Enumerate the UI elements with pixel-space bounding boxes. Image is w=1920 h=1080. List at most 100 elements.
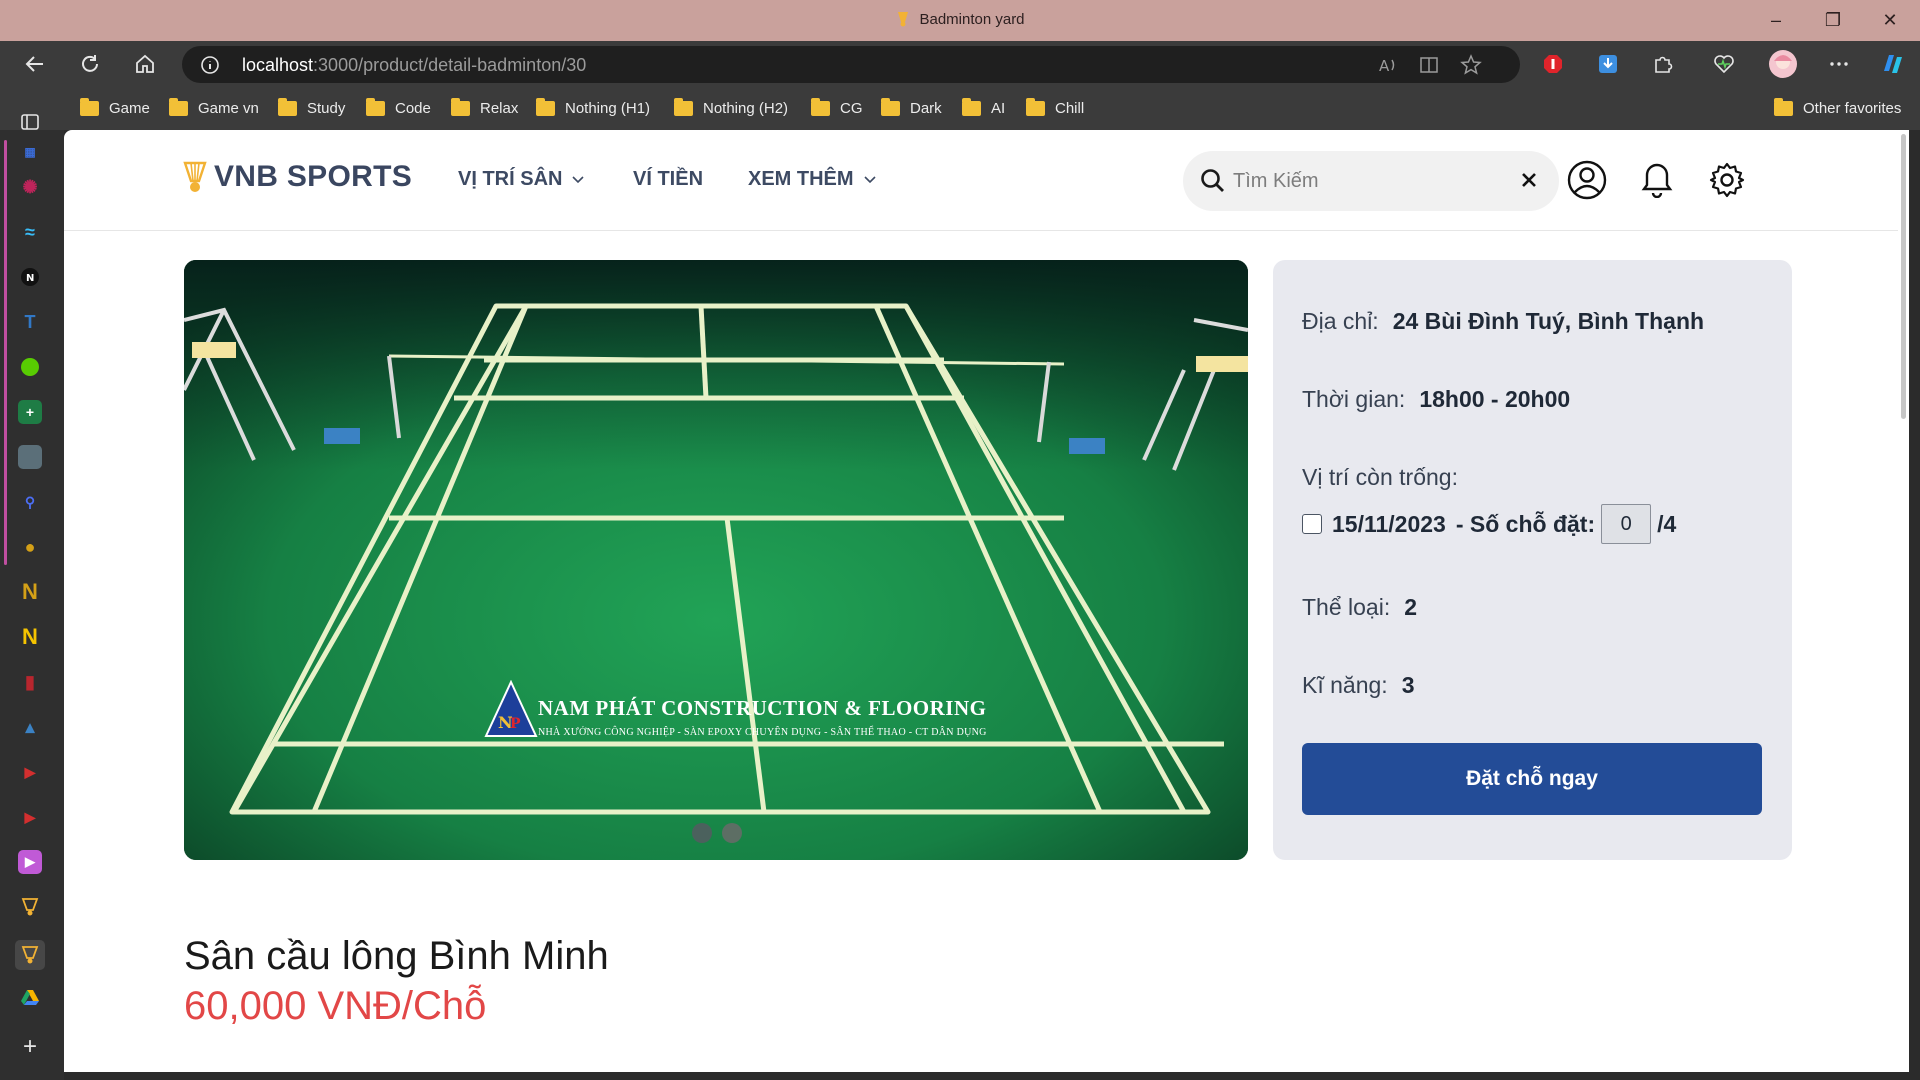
- bookmark-game[interactable]: Game: [80, 97, 150, 118]
- bookmark-relax[interactable]: Relax: [451, 97, 518, 118]
- address-row: Địa chỉ: 24 Bùi Đình Tuý, Bình Thạnh: [1302, 308, 1705, 334]
- sidebar-app-icon[interactable]: ▮: [18, 670, 42, 694]
- account-button[interactable]: [1566, 159, 1608, 201]
- bookmark-cg[interactable]: CG: [811, 97, 863, 118]
- folder-icon: [811, 97, 830, 116]
- drive-icon[interactable]: [18, 985, 42, 1009]
- sidebar-app-icon[interactable]: ●: [18, 535, 42, 559]
- notifications-button[interactable]: [1636, 159, 1678, 201]
- svg-text:P: P: [510, 716, 521, 732]
- sidebar-app-icon[interactable]: ▦: [18, 140, 42, 164]
- bookmark-nothing-h1[interactable]: Nothing (H1): [536, 97, 650, 118]
- notion-like-icon[interactable]: N: [18, 579, 42, 604]
- carousel-dot[interactable]: [722, 823, 742, 843]
- nav-positions[interactable]: VỊ TRÍ SÂN: [458, 168, 585, 191]
- sidebar-app-icon[interactable]: ▴: [18, 715, 42, 739]
- page-viewport: VNB SPORTS VỊ TRÍ SÂN VÍ TIỀN XEM THÊM T…: [64, 130, 1909, 1072]
- window-title-bar: Badminton yard – ❐ ✕: [0, 0, 1920, 41]
- address-bar[interactable]: localhost:3000/product/detail-badminton/…: [182, 46, 1520, 83]
- extensions-icon[interactable]: [1646, 47, 1680, 81]
- page-scrollbar[interactable]: [1898, 130, 1909, 1072]
- time-value: 18h00 - 20h00: [1419, 386, 1571, 412]
- clear-search-icon[interactable]: [1521, 172, 1537, 188]
- nav-more[interactable]: XEM THÊM: [748, 168, 876, 191]
- close-window-button[interactable]: ✕: [1862, 0, 1918, 41]
- url-text[interactable]: localhost:3000/product/detail-badminton/…: [242, 55, 586, 76]
- site-info-icon[interactable]: [200, 55, 220, 75]
- bookmark-study[interactable]: Study: [278, 97, 345, 118]
- bookmark-game-vn[interactable]: Game vn: [169, 97, 259, 118]
- bookmark-nothing-h2[interactable]: Nothing (H2): [674, 97, 788, 118]
- reload-button[interactable]: [73, 47, 107, 81]
- brand-name: VNB SPORTS: [214, 160, 413, 193]
- bookmark-dark[interactable]: Dark: [881, 97, 942, 118]
- slot-date-checkbox[interactable]: [1302, 514, 1322, 534]
- back-arrow-icon: [25, 56, 43, 72]
- notion-like-icon[interactable]: N: [18, 624, 42, 649]
- book-now-button[interactable]: Đặt chỗ ngay: [1302, 743, 1762, 815]
- svg-text:A: A: [1379, 57, 1390, 75]
- browser-essentials-icon[interactable]: [1707, 47, 1741, 81]
- favorite-star-icon[interactable]: [1458, 52, 1484, 78]
- copilot-icon[interactable]: [1876, 47, 1910, 81]
- bookmark-ai[interactable]: AI: [962, 97, 1005, 118]
- court-image-carousel[interactable]: NP NAM PHÁT CONSTRUCTION & FLOORING NHÀ …: [184, 260, 1248, 860]
- search-app-icon[interactable]: ⚲: [18, 490, 42, 514]
- shuttlecock-tab-icon[interactable]: [15, 940, 45, 970]
- minimize-button[interactable]: –: [1748, 0, 1804, 41]
- restore-button[interactable]: ❐: [1805, 0, 1861, 41]
- typescript-icon[interactable]: T: [18, 310, 42, 334]
- shuttlecock-logo-icon: [183, 161, 207, 192]
- immersive-reader-icon[interactable]: [1416, 52, 1442, 78]
- nextjs-icon[interactable]: N: [18, 265, 42, 289]
- skill-row: Kĩ năng: 3: [1302, 672, 1415, 698]
- bookmark-chill[interactable]: Chill: [1026, 97, 1084, 118]
- profile-avatar[interactable]: [1766, 47, 1800, 81]
- sidebar-media-icon[interactable]: ▶: [18, 850, 42, 874]
- home-button[interactable]: [128, 47, 162, 81]
- read-aloud-icon[interactable]: A: [1375, 52, 1401, 78]
- bookmark-other-favorites[interactable]: Other favorites: [1774, 97, 1901, 118]
- sidebar-app-icon[interactable]: [18, 445, 42, 469]
- scrollbar-thumb[interactable]: [1901, 134, 1906, 419]
- search-input[interactable]: [1233, 165, 1493, 197]
- court-name: Sân cầu lông Bình Minh: [184, 934, 609, 978]
- shuttlecock-favicon-icon: [898, 12, 909, 27]
- brand-logo[interactable]: VNB SPORTS: [182, 160, 412, 194]
- folder-icon: [881, 97, 900, 116]
- tailwind-icon[interactable]: ≈: [18, 220, 42, 244]
- youtube-icon[interactable]: ▶: [18, 760, 42, 784]
- folder-icon: [674, 97, 693, 116]
- browser-toolbar: localhost:3000/product/detail-badminton/…: [0, 41, 1920, 86]
- browser-sidebar: ▦ ✺ ≈ N T + ⚲ ● N N ▮ ▴ ▶ ▶ ▶ +: [0, 114, 64, 1080]
- sidebar-app-icon[interactable]: ✺: [18, 175, 42, 199]
- carousel-dot[interactable]: [692, 823, 712, 843]
- gear-icon: [1709, 162, 1745, 198]
- sidebar-app-icon[interactable]: [18, 355, 42, 379]
- sheets-icon[interactable]: +: [18, 400, 42, 424]
- site-header: VNB SPORTS VỊ TRÍ SÂN VÍ TIỀN XEM THÊM: [64, 130, 1898, 231]
- back-button[interactable]: [18, 47, 52, 81]
- slot-row: 15/11/2023 - Số chỗ đặt: /4: [1302, 504, 1676, 544]
- tab-actions-icon[interactable]: [18, 110, 42, 134]
- settings-button[interactable]: [1706, 159, 1748, 201]
- folder-icon: [80, 97, 99, 116]
- court-price: 60,000 VNĐ/Chỗ: [184, 984, 487, 1028]
- folder-icon: [169, 97, 188, 116]
- user-circle-icon: [1567, 160, 1607, 200]
- slot-count-input[interactable]: [1601, 504, 1652, 544]
- nav-wallet[interactable]: VÍ TIỀN: [633, 168, 703, 191]
- add-sidebar-app-icon[interactable]: +: [18, 1033, 42, 1060]
- bookmark-code[interactable]: Code: [366, 97, 431, 118]
- youtube-icon[interactable]: ▶: [18, 805, 42, 829]
- bookmarks-bar: Game Game vn Study Code Relax Nothing (H…: [0, 86, 1920, 130]
- download-extension-icon[interactable]: [1591, 47, 1625, 81]
- folder-icon: [1026, 97, 1045, 116]
- slot-total: /4: [1657, 510, 1677, 537]
- more-menu-icon[interactable]: [1822, 47, 1856, 81]
- np-logo-icon: NP: [484, 680, 538, 737]
- shuttlecock-tab-icon[interactable]: [18, 895, 42, 919]
- adblock-extension-icon[interactable]: [1536, 47, 1570, 81]
- search-icon: [1201, 169, 1224, 192]
- folder-icon: [962, 97, 981, 116]
